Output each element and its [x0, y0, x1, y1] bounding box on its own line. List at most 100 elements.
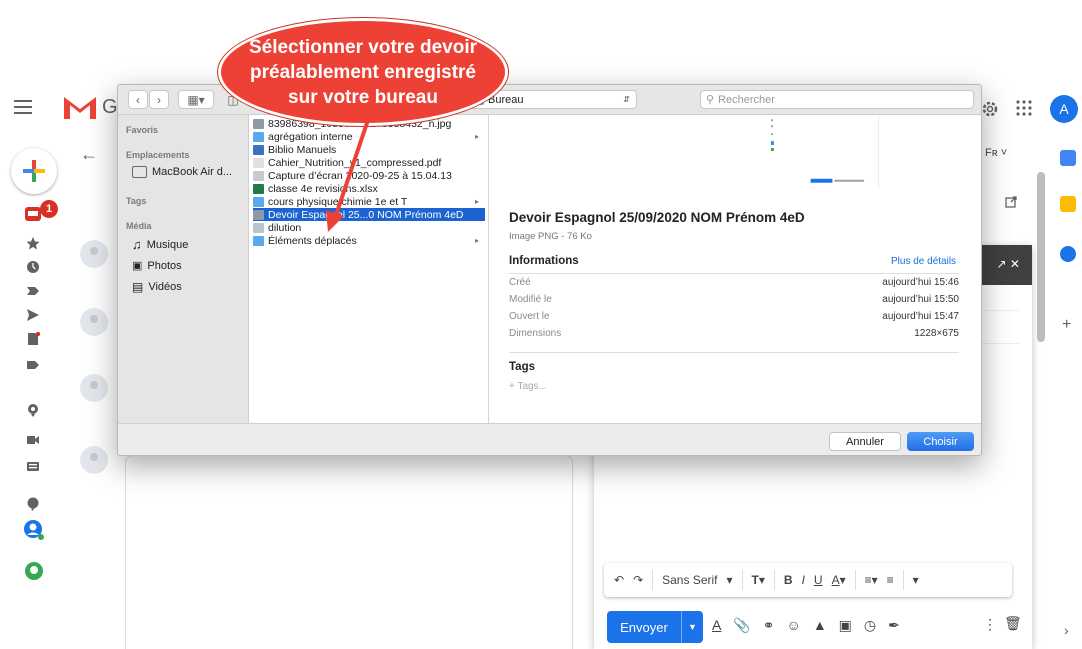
choose-button[interactable]: Choisir	[907, 432, 974, 451]
camera-icon: ▣	[132, 260, 143, 272]
hangouts-icon[interactable]	[24, 561, 44, 581]
info-value: 1228×675	[914, 328, 959, 339]
insert-link-icon[interactable]: ⚭	[763, 617, 775, 634]
sidebar-item-photos[interactable]: ▣ Photos	[132, 259, 182, 273]
file-name: dilution	[268, 221, 302, 234]
sidebar-item-videos[interactable]: ▤ Vidéos	[132, 280, 182, 294]
signature-icon[interactable]: ✒	[888, 617, 900, 634]
chat-icon[interactable]	[26, 497, 40, 511]
back-arrow-icon[interactable]: ←	[80, 144, 98, 165]
drafts-icon[interactable]	[26, 332, 40, 346]
apps-grid-icon[interactable]	[1014, 98, 1034, 118]
info-value: aujourd’hui 15:46	[882, 277, 959, 288]
confidential-mode-icon[interactable]: ◷	[864, 617, 876, 634]
formatting-options-icon[interactable]: A	[712, 617, 721, 634]
info-value: aujourd’hui 15:47	[882, 311, 959, 322]
more-options-icon[interactable]: ⋮	[983, 616, 997, 633]
expand-panel-icon[interactable]: ›	[1064, 622, 1069, 638]
folder-icon	[253, 196, 264, 207]
drive-icon[interactable]: ▲	[813, 617, 827, 634]
sent-icon[interactable]	[26, 308, 40, 322]
open-new-window-icon[interactable]	[1005, 196, 1017, 208]
back-nav-button[interactable]: ‹	[128, 90, 148, 109]
compose-button[interactable]	[11, 148, 57, 194]
numbered-list-icon[interactable]: ≡	[887, 573, 894, 587]
italic-icon[interactable]: I	[802, 573, 805, 587]
redo-icon[interactable]: ↷	[633, 573, 643, 587]
info-key: Dimensions	[509, 328, 562, 339]
bold-icon[interactable]: B	[784, 573, 793, 587]
send-options-icon[interactable]: ▼	[681, 611, 703, 643]
emoji-icon[interactable]: ☺	[787, 617, 801, 634]
reply-box[interactable]	[125, 455, 573, 649]
sidebar-item-label: MacBook Air d...	[152, 166, 233, 178]
starred-icon[interactable]	[26, 236, 40, 250]
video-icon[interactable]	[26, 433, 40, 447]
callout-line: préalablement enregistré	[250, 61, 476, 83]
snoozed-icon[interactable]	[26, 260, 40, 274]
file-icon	[253, 144, 264, 155]
music-note-icon: ♫	[132, 237, 142, 252]
compose-window-controls[interactable]: ↗ ✕	[997, 257, 1020, 271]
info-row: Créé aujourd’hui 15:46	[509, 277, 959, 292]
info-key: Ouvert le	[509, 311, 550, 322]
send-button[interactable]: Envoyer ▼	[607, 611, 703, 643]
account-avatar[interactable]: A	[1050, 95, 1078, 123]
search-placeholder: Rechercher	[718, 93, 775, 106]
insert-photo-icon[interactable]: ▣	[839, 617, 852, 634]
add-addon-icon[interactable]: +	[1062, 316, 1071, 334]
menu-icon[interactable]	[14, 100, 32, 114]
toolbar-separator	[652, 570, 654, 590]
folder-icon	[253, 131, 264, 142]
search-input[interactable]: ⚲ Rechercher	[700, 90, 974, 109]
tasks-icon[interactable]	[1060, 246, 1076, 262]
toolbar-separator	[741, 570, 743, 590]
keep-icon[interactable]	[1060, 196, 1076, 212]
view-mode-button[interactable]: ▦▾	[178, 90, 214, 109]
user-presence-icon[interactable]	[24, 520, 44, 540]
font-menu[interactable]: Fʀ ˅	[985, 147, 1007, 159]
laptop-icon	[132, 166, 147, 178]
chevron-right-icon: ▸	[474, 236, 479, 245]
dialog-sidebar: Favoris Emplacements MacBook Air d... Ta…	[118, 115, 249, 423]
chevron-down-icon[interactable]: ▾	[726, 573, 732, 587]
info-row: Modifié le aujourd’hui 15:50	[509, 294, 959, 309]
more-formatting-icon[interactable]: ▾	[913, 573, 919, 587]
settings-icon[interactable]	[980, 99, 1000, 119]
gmail-logo[interactable]	[62, 93, 98, 121]
forward-nav-button[interactable]: ›	[149, 90, 169, 109]
callout-line: Sélectionner votre devoir	[248, 36, 478, 58]
font-size-icon[interactable]: T▾	[752, 573, 765, 587]
toolbar-separator	[854, 570, 856, 590]
meet-icon[interactable]	[26, 403, 40, 417]
sidebar-item-macbook[interactable]: MacBook Air d...	[132, 166, 232, 178]
file-icon	[253, 209, 264, 220]
discard-draft-icon[interactable]: 🗑	[1004, 615, 1022, 632]
file-icon	[253, 170, 264, 181]
underline-icon[interactable]: U	[814, 573, 823, 587]
important-icon[interactable]	[26, 284, 40, 298]
sidebar-item-label: Musique	[146, 238, 189, 251]
font-family-select[interactable]: Sans Serif	[662, 573, 717, 587]
chevron-updown-icon: ⇵	[623, 95, 630, 104]
cancel-button[interactable]: Annuler	[829, 432, 901, 451]
sender-avatar	[80, 374, 108, 402]
attach-file-icon[interactable]: 📎	[733, 617, 750, 634]
tags-heading: Tags	[509, 361, 535, 373]
file-icon	[253, 183, 264, 194]
keyboard-icon[interactable]	[26, 459, 40, 473]
info-heading: Informations	[509, 255, 579, 267]
sidebar-item-music[interactable]: ♫ Musique	[132, 237, 188, 252]
tags-input[interactable]: + Tags...	[509, 381, 547, 392]
text-color-icon[interactable]: A▾	[832, 573, 846, 587]
calendar-icon[interactable]	[1060, 150, 1076, 166]
sidebar-heading-locations: Emplacements	[126, 150, 190, 160]
more-details-link[interactable]: Plus de détails	[891, 256, 956, 267]
scrollbar[interactable]	[1037, 172, 1045, 342]
label-icon[interactable]	[26, 358, 40, 372]
inbox-count-badge: 1	[40, 200, 58, 218]
sidebar-heading-media: Média	[126, 221, 152, 231]
sender-avatar	[80, 446, 108, 474]
align-icon[interactable]: ≡▾	[865, 573, 878, 587]
undo-icon[interactable]: ↶	[614, 573, 624, 587]
